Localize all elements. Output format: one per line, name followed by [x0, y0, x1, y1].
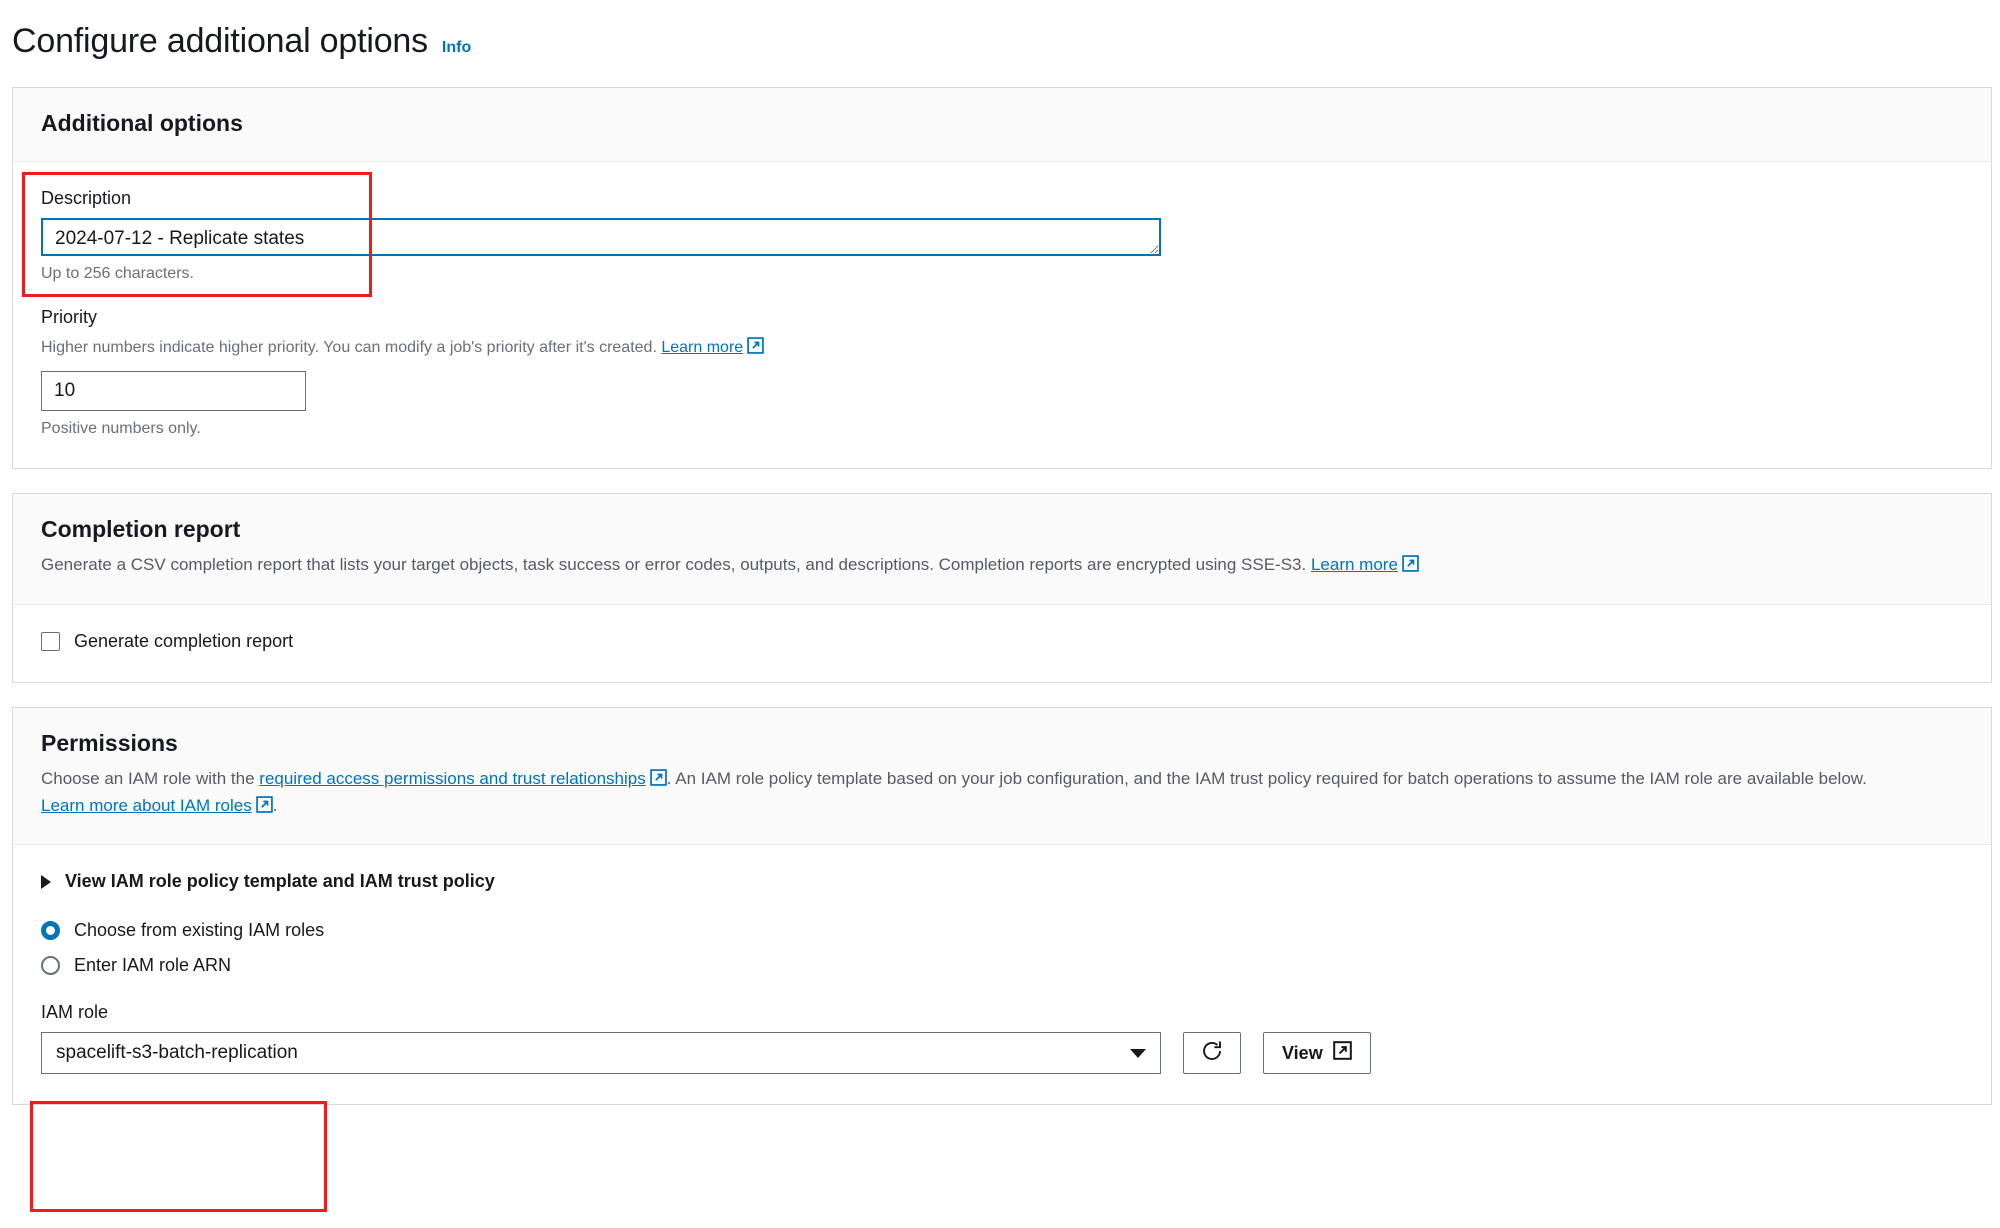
additional-options-card: Additional options Description Up to 256…	[12, 87, 1992, 469]
description-input[interactable]	[41, 218, 1161, 256]
permissions-header: Permissions Choose an IAM role with the …	[13, 708, 1991, 845]
priority-label: Priority	[41, 307, 1963, 328]
external-link-icon	[747, 337, 764, 361]
view-button[interactable]: View	[1263, 1032, 1371, 1074]
iam-roles-learn-more-label: Learn more about IAM roles	[41, 796, 252, 815]
completion-report-header: Completion report Generate a CSV complet…	[13, 494, 1991, 605]
iam-role-select[interactable]: spacelift-s3-batch-replication	[41, 1032, 1161, 1074]
additional-options-body: Description Up to 256 characters. Priori…	[13, 162, 1991, 468]
permissions-heading: Permissions	[41, 730, 1963, 757]
chevron-down-icon	[1130, 1049, 1146, 1058]
description-label: Description	[41, 188, 1963, 209]
additional-options-header: Additional options	[13, 88, 1991, 162]
permissions-description: Choose an IAM role with the required acc…	[41, 767, 1963, 820]
refresh-icon	[1200, 1039, 1224, 1068]
completion-report-body: Generate completion report	[13, 605, 1991, 682]
priority-field-group: Priority Higher numbers indicate higher …	[41, 307, 1963, 438]
permissions-description-part2: . An IAM role policy template based on y…	[667, 769, 1867, 788]
external-link-icon	[1402, 555, 1419, 580]
permissions-card: Permissions Choose an IAM role with the …	[12, 707, 1992, 1105]
completion-report-learn-more-label: Learn more	[1311, 555, 1398, 574]
permissions-body: View IAM role policy template and IAM tr…	[13, 845, 1991, 1104]
chevron-right-icon	[41, 875, 51, 889]
iam-roles-learn-more-link[interactable]: Learn more about IAM roles	[41, 796, 252, 815]
priority-input[interactable]	[41, 371, 306, 411]
external-link-icon	[1333, 1041, 1352, 1065]
priority-description-text: Higher numbers indicate higher priority.…	[41, 339, 657, 356]
generate-completion-report-label: Generate completion report	[74, 631, 293, 652]
description-hint: Up to 256 characters.	[41, 265, 1963, 283]
priority-description: Higher numbers indicate higher priority.…	[41, 337, 1963, 361]
priority-learn-more-label: Learn more	[661, 339, 743, 356]
required-permissions-link[interactable]: required access permissions and trust re…	[259, 769, 645, 788]
refresh-button[interactable]	[1183, 1032, 1241, 1074]
iam-role-label: IAM role	[41, 1002, 1963, 1023]
completion-report-description-text: Generate a CSV completion report that li…	[41, 555, 1306, 574]
radio-choose-existing-role-label: Choose from existing IAM roles	[74, 920, 324, 941]
priority-learn-more-link[interactable]: Learn more	[661, 339, 743, 356]
iam-role-select-row: spacelift-s3-batch-replication View	[41, 1032, 1963, 1074]
radio-choose-existing-role[interactable]: Choose from existing IAM roles	[41, 920, 1963, 941]
external-link-icon	[650, 769, 667, 794]
external-link-icon	[256, 796, 273, 821]
description-field-group: Description Up to 256 characters.	[41, 188, 1963, 283]
radio-enter-role-arn-label: Enter IAM role ARN	[74, 955, 231, 976]
info-link[interactable]: Info	[442, 39, 471, 57]
radio-enter-role-arn-input[interactable]	[41, 956, 60, 975]
required-permissions-label: required access permissions and trust re…	[259, 769, 645, 788]
view-iam-policy-label: View IAM role policy template and IAM tr…	[65, 871, 495, 892]
completion-report-description: Generate a CSV completion report that li…	[41, 553, 1963, 580]
iam-role-selected-value: spacelift-s3-batch-replication	[56, 1042, 298, 1064]
page-title: Configure additional options	[12, 22, 428, 61]
iam-role-field-group: IAM role spacelift-s3-batch-replication	[41, 1002, 1963, 1074]
permissions-description-part1: Choose an IAM role with the	[41, 769, 259, 788]
view-button-label: View	[1282, 1043, 1323, 1064]
priority-hint: Positive numbers only.	[41, 420, 1963, 438]
annotation-box-iam-role	[30, 1101, 327, 1212]
generate-completion-report-checkbox[interactable]	[41, 632, 60, 651]
page-header: Configure additional options Info	[0, 0, 2000, 87]
radio-choose-existing-role-input[interactable]	[41, 921, 60, 940]
generate-completion-report-row[interactable]: Generate completion report	[41, 631, 1963, 652]
completion-report-heading: Completion report	[41, 516, 1963, 543]
additional-options-heading: Additional options	[41, 110, 1963, 137]
permissions-description-part3: .	[273, 796, 278, 815]
completion-report-learn-more-link[interactable]: Learn more	[1311, 555, 1398, 574]
completion-report-card: Completion report Generate a CSV complet…	[12, 493, 1992, 683]
view-iam-policy-expandable[interactable]: View IAM role policy template and IAM tr…	[41, 871, 1963, 892]
radio-enter-role-arn[interactable]: Enter IAM role ARN	[41, 955, 1963, 976]
